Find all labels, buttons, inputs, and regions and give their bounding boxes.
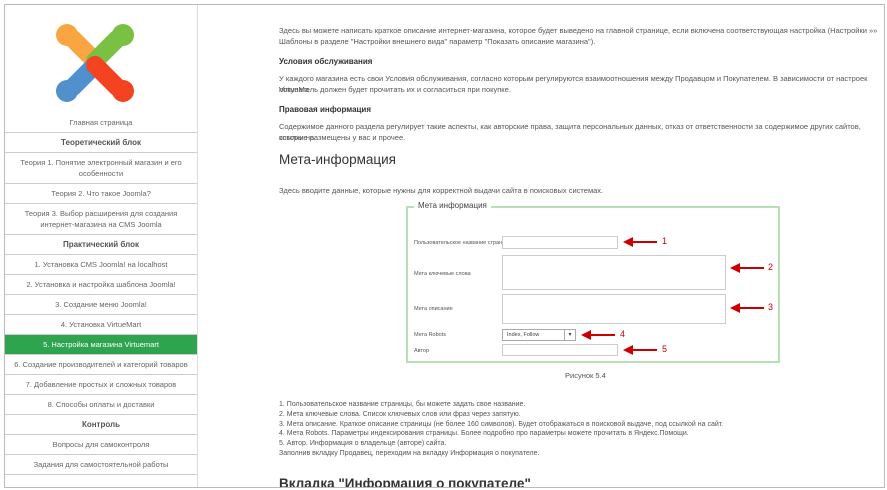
sidebar-section-heading: Практический блок [5, 235, 197, 255]
red-arrow-icon [730, 303, 764, 313]
red-arrow-icon [623, 237, 657, 247]
robots-select[interactable]: Index, Follow ▾ [502, 329, 576, 341]
sidebar-item[interactable]: 8. Способы оплаты и доставки [5, 395, 197, 415]
sidebar-item[interactable]: Главная страница [5, 113, 197, 133]
list-item: Заполнив вкладку Продавец, переходим на … [279, 449, 540, 457]
red-arrow-icon [730, 263, 764, 273]
description-textarea[interactable] [502, 294, 726, 324]
marker-1: 1 [662, 236, 668, 246]
marker-4: 4 [620, 329, 626, 339]
robots-value: Index, Follow [507, 332, 540, 338]
explanation-list: 1. Пользовательское название страницы, б… [279, 400, 723, 459]
figure-legend: Мета информация [414, 201, 491, 210]
keywords-label: Мета ключевые слова [414, 271, 471, 277]
list-item: 1. Пользовательское название страницы, б… [279, 401, 526, 408]
main-content: Здесь вы можете написать краткое описани… [211, 5, 881, 487]
sidebar-item[interactable]: 7. Добавление простых и сложных товаров [5, 375, 197, 395]
marker-3: 3 [768, 302, 774, 312]
keywords-textarea[interactable] [502, 255, 726, 290]
sidebar-item[interactable]: Теория 2. Что такое Joomla? [5, 184, 197, 204]
joomla-logo-icon [56, 24, 134, 102]
sidebar-item[interactable]: 2. Установка и настройка шаблона Joomla! [5, 275, 197, 295]
sidebar-item[interactable]: 4. Установка VirtueMart [5, 315, 197, 335]
sidebar-item[interactable]: 6. Создание производителей и категорий т… [5, 355, 197, 375]
terms-heading: Условия обслуживания [279, 57, 373, 66]
sidebar-item[interactable]: 5. Настройка магазина Virtuemart [5, 335, 197, 355]
description-label: Мета описание [414, 306, 453, 312]
intro-text-cont: Шаблоны в разделе "Настройки внешнего ви… [279, 37, 596, 46]
intro-text: Здесь вы можете написать краткое описани… [279, 26, 878, 35]
sidebar: Главная страница Теоретический блок Теория… [5, 5, 198, 487]
author-label: Автор [414, 348, 430, 354]
meta-figure: Мета информация Пользовательское названи… [406, 201, 780, 363]
marker-2: 2 [768, 262, 774, 272]
author-input[interactable] [502, 344, 618, 356]
list-item: 3. Мета описание. Краткое описание стран… [279, 420, 724, 428]
list-item: 4. Мета Robots. Параметры индексирования… [279, 430, 689, 438]
marker-5: 5 [662, 344, 668, 354]
sidebar-nav: Главная страница Теоретический блок Теория… [5, 113, 197, 475]
buyer-info-heading: Вкладка "Информация о покупателе" [279, 476, 531, 488]
red-arrow-icon [623, 345, 657, 355]
sidebar-section-heading: Теоретический блок [5, 133, 197, 153]
sidebar-item[interactable]: Вопросы для самоконтроля [5, 435, 197, 455]
sidebar-item[interactable]: Теория 3. Выбор расширения для создания … [5, 204, 197, 235]
sidebar-item[interactable]: 3. Создание меню Joomla! [5, 295, 197, 315]
meta-intro: Здесь вводите данные, которые нужны для … [279, 186, 604, 195]
figure-caption: Рисунок 5.4 [565, 371, 606, 380]
page-frame: Главная страница Теоретический блок Теория… [4, 4, 885, 488]
red-arrow-icon [581, 330, 615, 340]
sidebar-section-heading: Контроль [5, 415, 197, 435]
legal-heading: Правовая информация [279, 105, 372, 114]
list-item: 2. Мета ключевые слова. Список ключевых … [279, 410, 521, 418]
legal-text-cont: которые размещены у вас и прочее. [279, 133, 406, 142]
robots-label: Мета Robots [414, 332, 446, 338]
sidebar-item[interactable]: Теория 1. Понятие электронный магазин и … [5, 153, 197, 184]
terms-text-cont: покупатель должен будет прочитать их и с… [279, 85, 511, 94]
list-item: 5. Автор. Информация о владельце (авторе… [279, 440, 447, 448]
sidebar-item[interactable]: 1. Установка CMS Joomla! на localhost [5, 255, 197, 275]
meta-heading: Мета-информация [279, 152, 396, 167]
page-title-label: Пользовательское название страницы [414, 240, 513, 246]
dropdown-arrow-icon[interactable]: ▾ [564, 330, 575, 340]
sidebar-item[interactable]: Задания для самостоятельной работы [5, 455, 197, 475]
page-title-input[interactable] [502, 236, 618, 249]
